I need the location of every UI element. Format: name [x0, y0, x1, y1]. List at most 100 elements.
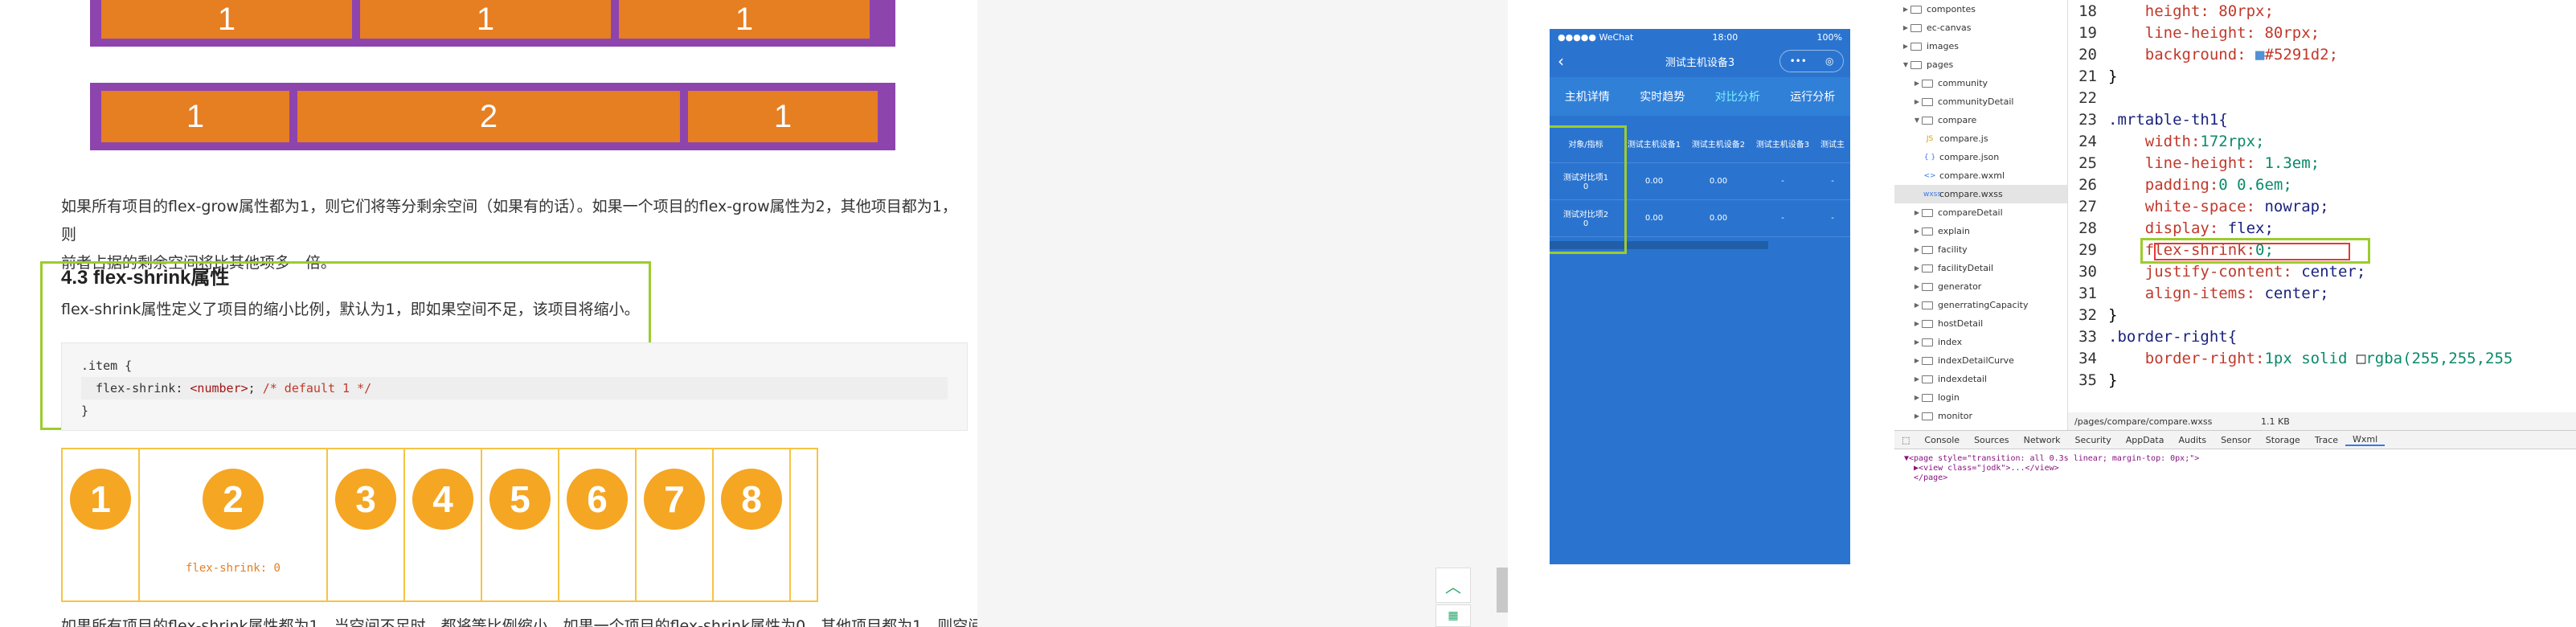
tree-item[interactable]: ▶ generator [1894, 277, 2067, 296]
tree-item[interactable]: ▶ indexDetailCurve [1894, 351, 2067, 370]
line-number: 18 [2078, 2, 2097, 20]
tab-bar: 主机详情 实时趋势 对比分析 运行分析 [1550, 77, 1850, 116]
inspect-icon[interactable]: ⬚ [1894, 435, 1917, 445]
tree-item[interactable]: { } compare.json [1894, 148, 2067, 166]
tab-compare[interactable]: 对比分析 [1715, 88, 1760, 104]
tree-item[interactable]: ▶ compontes [1894, 0, 2067, 18]
tree-item[interactable]: ▶ index [1894, 333, 2067, 351]
devtools-tab[interactable]: Trace [2308, 435, 2345, 445]
file-icon: <> [1923, 171, 1936, 180]
tree-item[interactable]: ▶ facilityDetail [1894, 259, 2067, 277]
line-number: 25 [2078, 154, 2097, 172]
chevron-right-icon[interactable]: ▶ [1912, 357, 1922, 364]
tree-item[interactable]: ▶ login [1894, 388, 2067, 407]
back-icon[interactable]: ‹ [1558, 51, 1564, 71]
scrollbar-thumb[interactable] [1497, 568, 1508, 613]
chevron-right-icon[interactable]: ▶ [1912, 283, 1922, 290]
back-to-top-button[interactable]: ︿ [1435, 568, 1471, 603]
line-number: 20 [2078, 45, 2097, 64]
tree-item[interactable]: ▶ images [1894, 37, 2067, 55]
devtools-tab[interactable]: Storage [2259, 435, 2308, 445]
chevron-right-icon[interactable]: ▶ [1912, 301, 1922, 309]
chevron-right-icon[interactable]: ▶ [1912, 264, 1922, 272]
tree-item[interactable]: ▶ indexdetail [1894, 370, 2067, 388]
code-editor[interactable]: 18 height: 80rpx; 19 line-height: 80rpx; 2… [2068, 0, 2576, 412]
tree-item[interactable]: ▶ ec-canvas [1894, 18, 2067, 37]
tree-item-label: indexDetailCurve [1938, 355, 2014, 366]
devtools-tab[interactable]: Console [1917, 435, 1967, 445]
devtools-tab[interactable]: AppData [2119, 435, 2172, 445]
chevron-right-icon[interactable]: ▶ [1912, 375, 1922, 383]
tree-item[interactable]: <> compare.wxml [1894, 166, 2067, 185]
devtools-tab[interactable]: Sensor [2214, 435, 2259, 445]
wxml-node[interactable]: </page> [1904, 473, 2566, 483]
capsule-menu[interactable]: ••• ◎ [1779, 50, 1844, 72]
tab-host-detail[interactable]: 主机详情 [1565, 88, 1610, 104]
chevron-right-icon[interactable]: ▶ [1912, 394, 1922, 401]
tree-item[interactable]: wxss compare.wxss [1894, 185, 2067, 203]
chevron-right-icon[interactable]: ▶ [1901, 6, 1910, 13]
tree-item[interactable]: ▶ facility [1894, 240, 2067, 259]
chevron-right-icon[interactable]: ▶ [1912, 80, 1922, 87]
tree-item[interactable]: ▶ hostDetail [1894, 314, 2067, 333]
code-token: #5291d2; [2264, 45, 2339, 64]
tree-item[interactable]: ▼ compare [1894, 111, 2067, 129]
article-pane: 1 1 1 1 2 1 如果所有项目的flex-grow属性都为1，则它们将等分… [0, 0, 977, 627]
tree-item-label: communityDetail [1938, 96, 2014, 107]
code-line: 27 white-space: nowrap; [2068, 195, 2576, 217]
tree-item-label: compare.wxml [1939, 170, 2005, 181]
wxml-node[interactable]: ▶<view class="jodk">...</view> [1904, 464, 2566, 473]
code-token: center; [2264, 284, 2329, 302]
close-circle-icon[interactable]: ◎ [1825, 55, 1833, 67]
code-token: 80rpx; [2218, 2, 2274, 20]
chevron-right-icon[interactable]: ▶ [1912, 98, 1922, 105]
folder-icon [1922, 227, 1933, 236]
devtools-tab[interactable]: Sources [1967, 435, 2017, 445]
chevron-right-icon[interactable]: ▶ [1912, 227, 1922, 235]
devtools-tab[interactable]: Network [2017, 435, 2068, 445]
devtools-tab[interactable]: Wxml [2345, 434, 2386, 446]
tree-item[interactable]: ▶ communityDetail [1894, 92, 2067, 111]
folder-icon [1922, 264, 1933, 273]
line-number: 23 [2078, 110, 2097, 129]
chevron-right-icon[interactable]: ▶ [1912, 320, 1922, 327]
chevron-right-icon[interactable]: ▶ [1912, 338, 1922, 346]
tab-realtime-trend[interactable]: 实时趋势 [1640, 88, 1685, 104]
code-line: 18 height: 80rpx; [2068, 0, 2576, 22]
chevron-down-icon[interactable]: ▼ [1901, 61, 1910, 68]
line-number: 24 [2078, 132, 2097, 150]
chevron-down-icon[interactable]: ▼ [1912, 117, 1922, 124]
code-token: 0 0.6em; [2218, 175, 2292, 194]
devtools-tab[interactable]: Security [2068, 435, 2119, 445]
wxml-node[interactable]: ▼<page style="transition: all 0.3s linea… [1904, 454, 2566, 464]
chevron-right-icon[interactable]: ▶ [1901, 43, 1910, 50]
table-header-cell: 测试主机设备3 [1751, 125, 1815, 163]
tree-item[interactable]: JS compare.js [1894, 129, 2067, 148]
file-icon: JS [1926, 134, 1934, 143]
paragraph-flex-shrink-2: 如果所有项目的flex-shrink属性都为1，当空间不足时，都将等比例缩小。如… [61, 617, 977, 627]
tree-item[interactable]: ▶ generratingCapacity [1894, 296, 2067, 314]
tree-item[interactable]: ▼ pages [1894, 55, 2067, 74]
tree-item-label: images [1927, 41, 1959, 51]
code-token: width: [2144, 132, 2201, 150]
tab-run-analysis[interactable]: 运行分析 [1790, 88, 1835, 104]
line-number: 27 [2078, 197, 2097, 215]
tree-item[interactable]: ▶ explain [1894, 222, 2067, 240]
chevron-right-icon[interactable]: ▶ [1912, 412, 1922, 420]
tree-item[interactable]: ▶ compareDetail [1894, 203, 2067, 222]
qr-icon: ▦ [1448, 609, 1459, 622]
more-icon[interactable]: ••• [1790, 55, 1807, 67]
devtools-tabbar: ⬚ Console Sources Network Security AppData Aud… [1894, 430, 2576, 449]
code-line: 32} [2068, 304, 2576, 326]
chevron-right-icon[interactable]: ▶ [1912, 246, 1922, 253]
number-badge: 1 [70, 469, 131, 530]
devtools-tab[interactable]: Audits [2171, 435, 2214, 445]
qr-code-button[interactable]: ▦ [1435, 604, 1471, 627]
chevron-right-icon[interactable]: ▶ [1901, 24, 1910, 31]
tree-item-label: compare [1938, 115, 1977, 125]
tree-item[interactable]: ▶ community [1894, 74, 2067, 92]
flex-item: 1 [619, 0, 870, 39]
tree-item[interactable]: ▶ monitor [1894, 407, 2067, 425]
chevron-right-icon[interactable]: ▶ [1912, 209, 1922, 216]
code-line: flex-shrink: <number>; /* default 1 */ [81, 377, 948, 400]
